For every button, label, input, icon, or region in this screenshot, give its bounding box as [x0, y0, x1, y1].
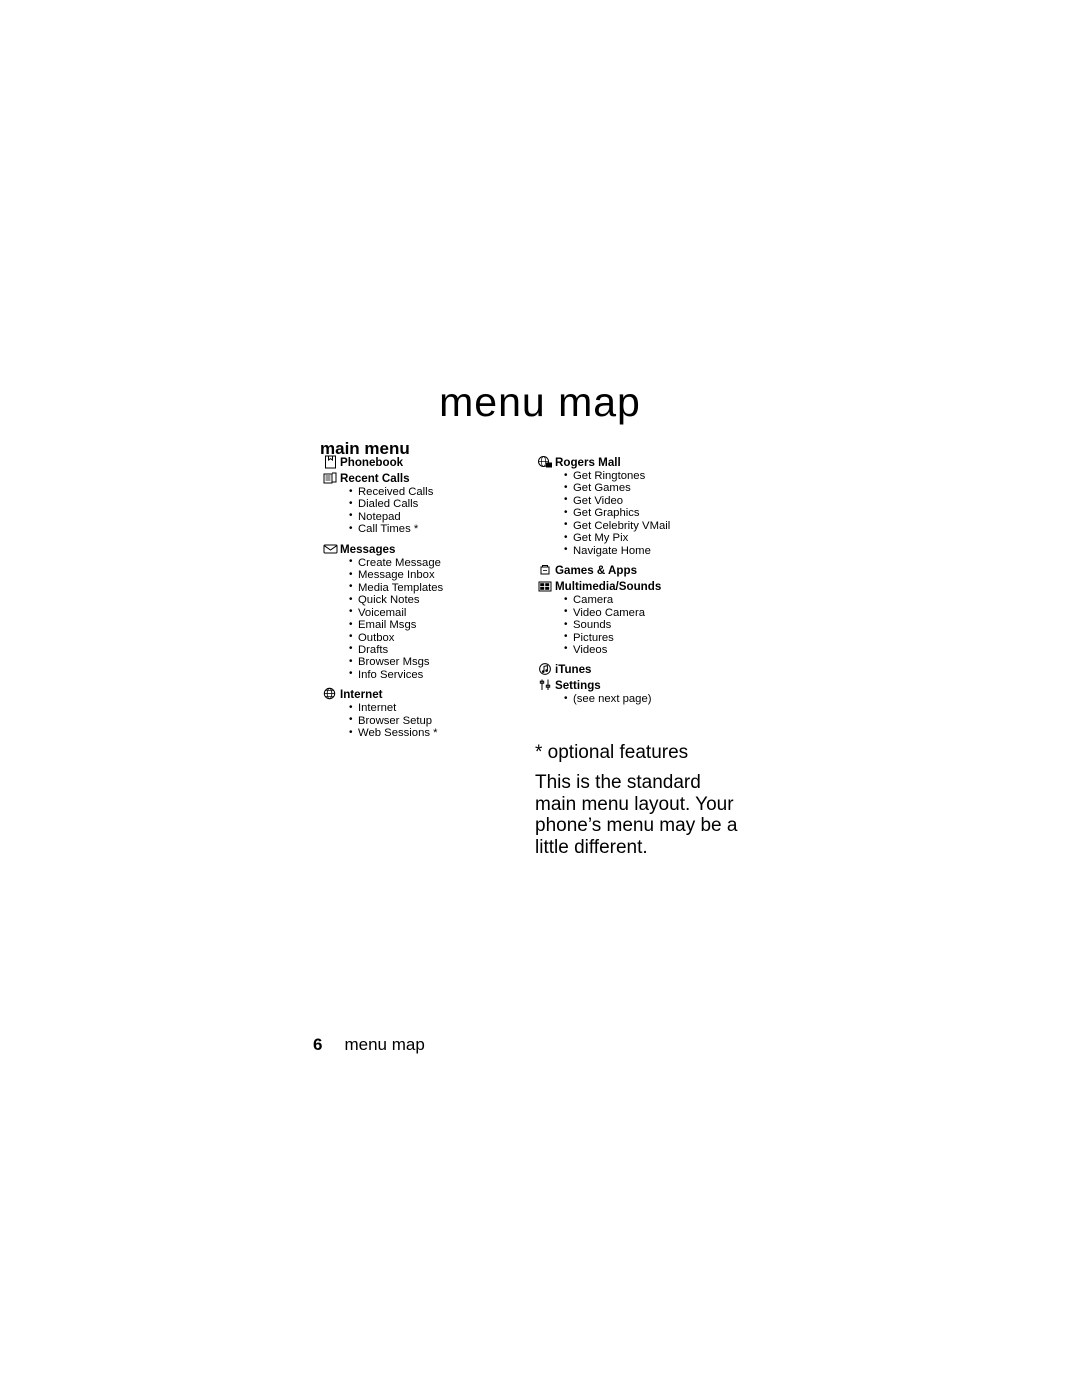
- phonebook-icon: [320, 454, 340, 470]
- menu-entry-itunes: iTunes: [535, 661, 750, 677]
- list-item: Call Times *: [349, 523, 535, 536]
- list-item: Message Inbox: [349, 569, 535, 582]
- menu-sublist: Create Message Message Inbox Media Templ…: [320, 556, 535, 682]
- menu-sublist: Internet Browser Setup Web Sessions *: [320, 702, 535, 740]
- menu-entry-label: Rogers Mall: [555, 456, 621, 469]
- list-item: Voicemail: [349, 606, 535, 619]
- menu-sublist: Get Ringtones Get Games Get Video Get Gr…: [535, 469, 750, 557]
- document-page: menu map main menu Phonebook Recent Call…: [0, 0, 1080, 1397]
- list-item: Web Sessions *: [349, 727, 535, 740]
- itunes-icon: [535, 661, 555, 677]
- list-item: Video Camera: [564, 606, 750, 619]
- list-item: Create Message: [349, 556, 535, 569]
- list-item: Get Ringtones: [564, 469, 750, 482]
- internet-globe-icon: [320, 686, 340, 702]
- menu-entry-label: Settings: [555, 679, 601, 693]
- list-item: Camera: [564, 594, 750, 607]
- optional-features-note: * optional features: [535, 742, 689, 763]
- list-item: Get Graphics: [564, 507, 750, 520]
- rogers-mall-icon: [535, 454, 555, 470]
- menu-entry-label: Phonebook: [340, 456, 404, 469]
- page-title: menu map: [439, 379, 641, 426]
- list-item: Get Video: [564, 494, 750, 507]
- settings-icon: [535, 677, 555, 693]
- games-apps-icon: [535, 562, 555, 578]
- multimedia-sounds-icon: [535, 578, 555, 594]
- list-item: Dialed Calls: [349, 498, 535, 511]
- menu-entry-label: iTunes: [555, 663, 592, 677]
- list-item: Internet: [349, 702, 535, 715]
- list-item: Browser Setup: [349, 714, 535, 727]
- menu-entry-label: Games & Apps: [555, 564, 638, 578]
- menu-sublist: (see next page): [535, 693, 750, 706]
- list-item: Notepad: [349, 510, 535, 523]
- list-item: Get Games: [564, 482, 750, 495]
- list-item: Videos: [564, 643, 750, 656]
- list-item: Outbox: [349, 631, 535, 644]
- menu-sublist: Camera Video Camera Sounds Pictures Vide…: [535, 594, 750, 657]
- list-item: Browser Msgs: [349, 656, 535, 669]
- list-item: Get My Pix: [564, 532, 750, 545]
- messages-envelope-icon: [320, 541, 340, 557]
- menu-entry-label: Multimedia/Sounds: [555, 580, 662, 594]
- menu-column-left: Phonebook Recent Calls Received Cal: [320, 454, 535, 740]
- menu-entry-phonebook: Phonebook: [320, 454, 535, 470]
- list-item: (see next page): [564, 693, 750, 706]
- menu-entry-settings: Settings (see next page): [535, 677, 750, 706]
- page-footer: 6 menu map: [313, 1035, 425, 1055]
- menu-entry-label: Recent Calls: [340, 472, 410, 485]
- menu-layout-note: This is the standard main menu layout. Y…: [535, 772, 738, 858]
- list-item: Email Msgs: [349, 619, 535, 632]
- list-item: Get Celebrity VMail: [564, 519, 750, 532]
- list-item: Navigate Home: [564, 544, 750, 557]
- list-item: Drafts: [349, 643, 535, 656]
- menu-entry-messages: Messages Create Message Message Inbox Me…: [320, 541, 535, 682]
- list-item: Info Services: [349, 668, 535, 681]
- list-item: Media Templates: [349, 581, 535, 594]
- menu-entry-label: Internet: [340, 688, 383, 702]
- menu-column-right: Rogers Mall Get Ringtones Get Games Get …: [535, 454, 750, 706]
- menu-entry-internet: Internet Internet Browser Setup Web Sess…: [320, 686, 535, 740]
- menu-sublist: Received Calls Dialed Calls Notepad Call…: [320, 485, 535, 536]
- menu-entry-rogers-mall: Rogers Mall Get Ringtones Get Games Get …: [535, 454, 750, 557]
- menu-entry-games-apps: Games & Apps: [535, 562, 750, 578]
- footer-page-number: 6: [313, 1035, 323, 1054]
- footer-label: menu map: [344, 1035, 425, 1054]
- list-item: Received Calls: [349, 485, 535, 498]
- menu-entry-label: Messages: [340, 542, 396, 556]
- list-item: Sounds: [564, 619, 750, 632]
- recent-calls-icon: [320, 470, 340, 486]
- list-item: Quick Notes: [349, 594, 535, 607]
- list-item: Pictures: [564, 631, 750, 644]
- menu-entry-multimedia-sounds: Multimedia/Sounds Camera Video Camera So…: [535, 578, 750, 656]
- menu-entry-recent-calls: Recent Calls Received Calls Dialed Calls…: [320, 470, 535, 536]
